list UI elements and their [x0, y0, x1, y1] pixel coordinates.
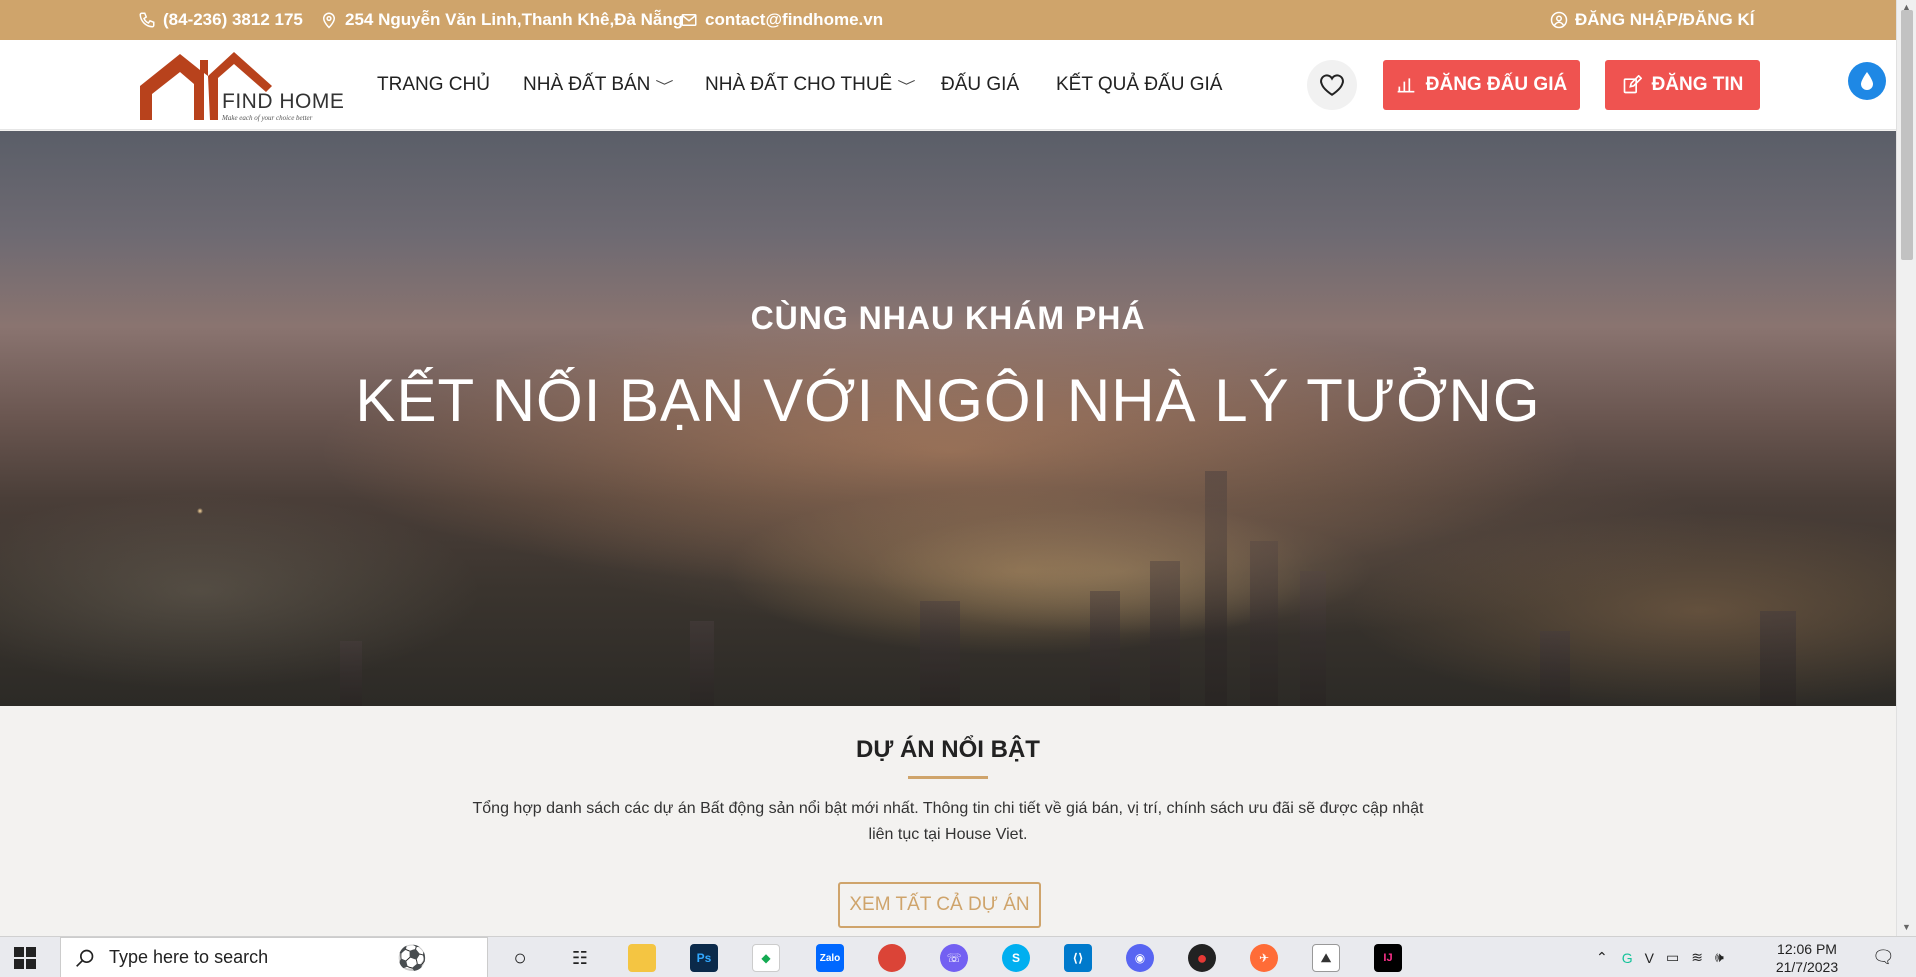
wifi-icon[interactable]: ≋ [1691, 949, 1703, 966]
intellij-icon[interactable]: IJ [1374, 944, 1402, 972]
email-contact[interactable]: contact@findhome.vn [680, 0, 883, 40]
featured-projects-title: DỰ ÁN NỔI BẬT [856, 736, 1040, 763]
chevron-down-icon: ﹀ [897, 78, 916, 94]
login-label: ĐĂNG NHẬP/ĐĂNG KÍ [1575, 10, 1755, 29]
nav-sale-label: NHÀ ĐẤT BÁN [523, 74, 651, 95]
login-register-link[interactable]: ĐĂNG NHẬP/ĐĂNG KÍ [1550, 0, 1754, 40]
clock[interactable]: 12:06 PM 21/7/2023 [1764, 940, 1850, 976]
grammarly-icon[interactable]: G [1622, 950, 1633, 966]
skype-icon[interactable]: S [1002, 944, 1030, 972]
nav-sale[interactable]: NHÀ ĐẤT BÁN ﹀ [523, 40, 675, 130]
task-view-icon[interactable]: ○ [506, 944, 534, 972]
nav-auction-results[interactable]: KẾT QUẢ ĐẤU GIÁ [1056, 40, 1222, 130]
address-contact[interactable]: 254 Nguyễn Văn Linh,Thanh Khê,Đà Nẵng [320, 0, 683, 40]
title-underline [908, 776, 988, 779]
water-drop-icon [1861, 72, 1873, 90]
top-contact-bar: (84-236) 3812 175 254 Nguyễn Văn Linh,Th… [0, 0, 1896, 40]
nav-auction-results-label: KẾT QUẢ ĐẤU GIÁ [1056, 74, 1223, 95]
post-listing-button[interactable]: ĐĂNG TIN [1605, 60, 1760, 110]
favorites-button[interactable] [1307, 60, 1357, 110]
logo-tagline: Make each of your choice better [222, 114, 313, 122]
edit-icon [1623, 75, 1642, 94]
vietkey-icon[interactable]: V [1645, 950, 1654, 966]
discord-icon[interactable]: ◉ [1126, 944, 1154, 972]
hero-subtitle: CÙNG NHAU KHÁM PHÁ [750, 300, 1146, 336]
phone-number: (84-236) 3812 175 [163, 10, 303, 29]
hero-title: KẾT NỐI BẠN VỚI NGÔI NHÀ LÝ TƯỞNG [355, 367, 1541, 434]
taskbar-search[interactable]: Type here to search ⚽ [60, 937, 488, 977]
notification-icon[interactable]: 🗨 [1872, 947, 1895, 968]
battery-icon[interactable]: ▭ [1666, 949, 1679, 966]
chevron-down-icon: ﹀ [655, 78, 675, 94]
nav-auction-label: ĐẤU GIÁ [941, 74, 1020, 95]
widgets-icon[interactable]: ☷ [566, 944, 594, 972]
phone-icon [139, 12, 155, 28]
clock-date: 21/7/2023 [1775, 959, 1839, 975]
email-text: contact@findhome.vn [705, 10, 884, 29]
volume-icon[interactable]: 🕪 [1715, 949, 1724, 966]
location-pin-icon [322, 12, 336, 29]
nav-rent-label: NHÀ ĐẤT CHO THUÊ [705, 74, 893, 95]
record-icon[interactable]: ● [1188, 944, 1216, 972]
search-placeholder: Type here to search [109, 947, 269, 967]
main-header: FIND HOME Make each of your choice bette… [0, 40, 1896, 130]
clock-time: 12:06 PM [1777, 941, 1837, 957]
windows-start-icon[interactable] [14, 947, 36, 969]
post-auction-label: ĐĂNG ĐẤU GIÁ [1425, 74, 1568, 95]
search-icon [76, 949, 94, 967]
page-scrollbar[interactable]: ▲ ▼ [1896, 0, 1916, 936]
bar-chart-icon [1397, 78, 1415, 93]
nav-auction[interactable]: ĐẤU GIÁ [941, 40, 1019, 130]
photoshop-icon[interactable]: Ps [690, 944, 718, 972]
postman-icon[interactable]: ✈ [1250, 944, 1278, 972]
nav-home-label: TRANG CHỦ [377, 74, 490, 95]
featured-projects-description: Tổng hợp danh sách các dự án Bất động sả… [472, 800, 1424, 843]
vscode-icon[interactable]: ⟨⟩ [1064, 944, 1092, 972]
heart-icon [1320, 74, 1344, 96]
system-tray: ⌃ G V ▭ ≋ 🕪 [1596, 937, 1724, 977]
site-logo[interactable]: FIND HOME Make each of your choice bette… [138, 46, 344, 126]
windows-taskbar: Type here to search ⚽ ○ ☷ Ps ◆ Zalo ☏ S … [0, 936, 1916, 977]
zalo-icon[interactable]: Zalo [816, 944, 844, 972]
logo-name: FIND HOME [222, 90, 345, 113]
nav-rent[interactable]: NHÀ ĐẤT CHO THUÊ ﹀ [705, 40, 916, 130]
river-area [520, 421, 1720, 641]
view-all-projects-button[interactable]: XEM TẤT CẢ DỰ ÁN [838, 882, 1041, 928]
post-auction-button[interactable]: ĐĂNG ĐẤU GIÁ [1383, 60, 1580, 110]
viber-icon[interactable]: ☏ [940, 944, 968, 972]
photos-icon[interactable]: ⛰ [1312, 944, 1340, 972]
phone-contact[interactable]: (84-236) 3812 175 [138, 0, 303, 40]
scroll-down-arrow-icon[interactable]: ▼ [1902, 922, 1911, 932]
address-text: 254 Nguyễn Văn Linh,Thanh Khê,Đà Nẵng [345, 10, 684, 29]
chevron-up-icon[interactable]: ⌃ [1596, 949, 1608, 966]
mongodb-icon[interactable]: ◆ [752, 944, 780, 972]
mail-icon [681, 14, 697, 26]
post-listing-label: ĐĂNG TIN [1651, 74, 1744, 95]
file-explorer-icon[interactable] [628, 944, 656, 972]
soccer-ball-icon: ⚽ [397, 945, 427, 972]
nav-home[interactable]: TRANG CHỦ [377, 40, 490, 130]
water-drop-button[interactable] [1848, 62, 1886, 100]
user-circle-icon [1550, 11, 1568, 29]
chrome-icon[interactable] [878, 944, 906, 972]
scroll-thumb[interactable] [1901, 10, 1913, 260]
